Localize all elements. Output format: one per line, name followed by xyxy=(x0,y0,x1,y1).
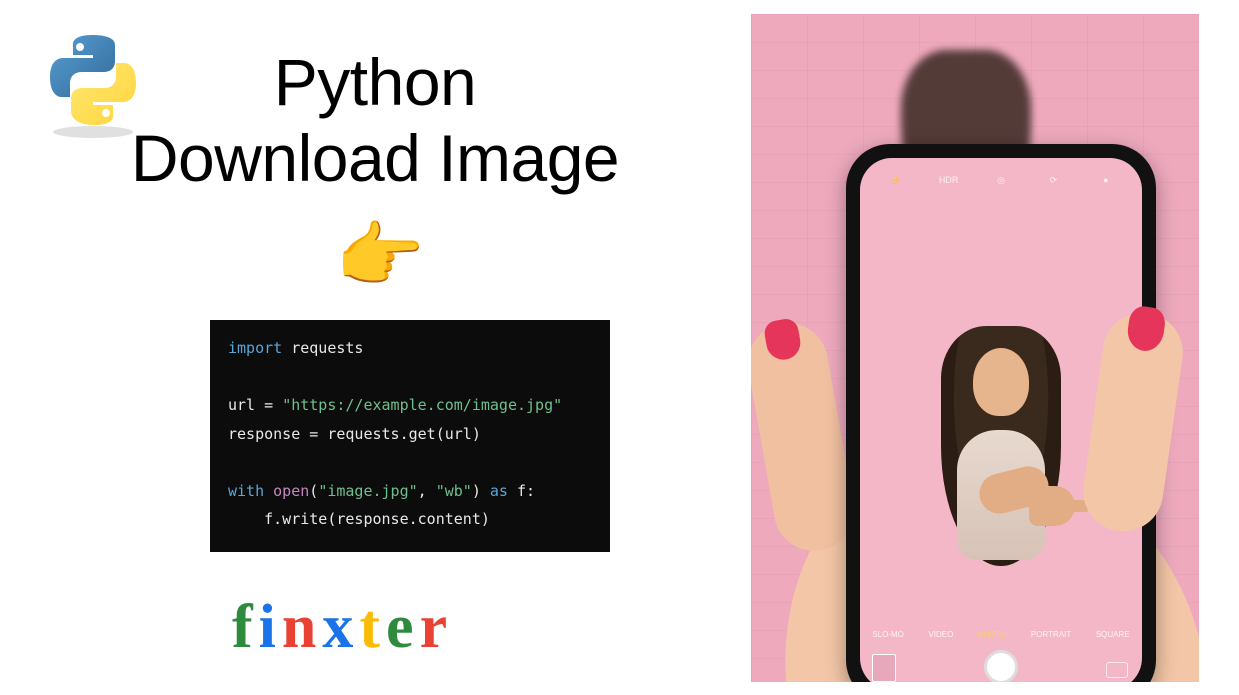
camera-subject xyxy=(921,290,1081,580)
mode-portrait: PORTRAIT xyxy=(1031,630,1071,639)
left-column: Python Download Image 👉 import requests … xyxy=(0,0,720,695)
live-icon: ● xyxy=(1080,175,1132,185)
code-snippet: import requests url = "https://example.c… xyxy=(210,320,610,552)
title-line-2: Download Image xyxy=(131,121,619,195)
mode-square: SQUARE xyxy=(1096,630,1130,639)
flip-camera-icon xyxy=(1106,662,1128,678)
mode-video: VIDEO xyxy=(928,630,953,639)
brand-letter: t xyxy=(359,593,386,661)
camera-mode-row: SLO-MO VIDEO PHOTO PORTRAIT SQUARE xyxy=(860,624,1142,644)
brand-letter: r xyxy=(420,593,454,661)
finger-shape xyxy=(751,317,860,557)
brand-logo: finxter xyxy=(232,592,453,663)
thumbnail-shape xyxy=(1125,305,1167,354)
title-line-1: Python xyxy=(274,45,476,119)
mode-slomo: SLO-MO xyxy=(872,630,904,639)
filters-icon: ◎ xyxy=(975,175,1027,186)
brand-letter: f xyxy=(232,593,259,661)
camera-top-controls: ⚡ HDR ◎ ⟳ ● xyxy=(860,168,1142,192)
shutter-button-icon xyxy=(984,650,1018,682)
timer-icon: ⟳ xyxy=(1027,175,1079,186)
brand-letter: n xyxy=(282,593,322,661)
brand-letter: x xyxy=(322,593,359,661)
fingernail-shape xyxy=(763,317,803,362)
hdr-label: HDR xyxy=(922,175,974,185)
flash-icon: ⚡ xyxy=(870,175,922,186)
page-title: Python Download Image xyxy=(60,45,690,197)
subject-face xyxy=(973,348,1029,416)
pointing-right-icon: 👉 xyxy=(335,220,425,292)
brand-letter: i xyxy=(259,593,282,661)
last-photo-thumb xyxy=(872,654,896,682)
mode-photo: PHOTO xyxy=(978,630,1006,639)
code-keyword: import xyxy=(228,339,282,357)
hero-photo: ⚡ HDR ◎ ⟳ ● SLO-MO VIDEO PHOTO PORTRAIT … xyxy=(751,14,1199,682)
brand-letter: e xyxy=(386,593,420,661)
